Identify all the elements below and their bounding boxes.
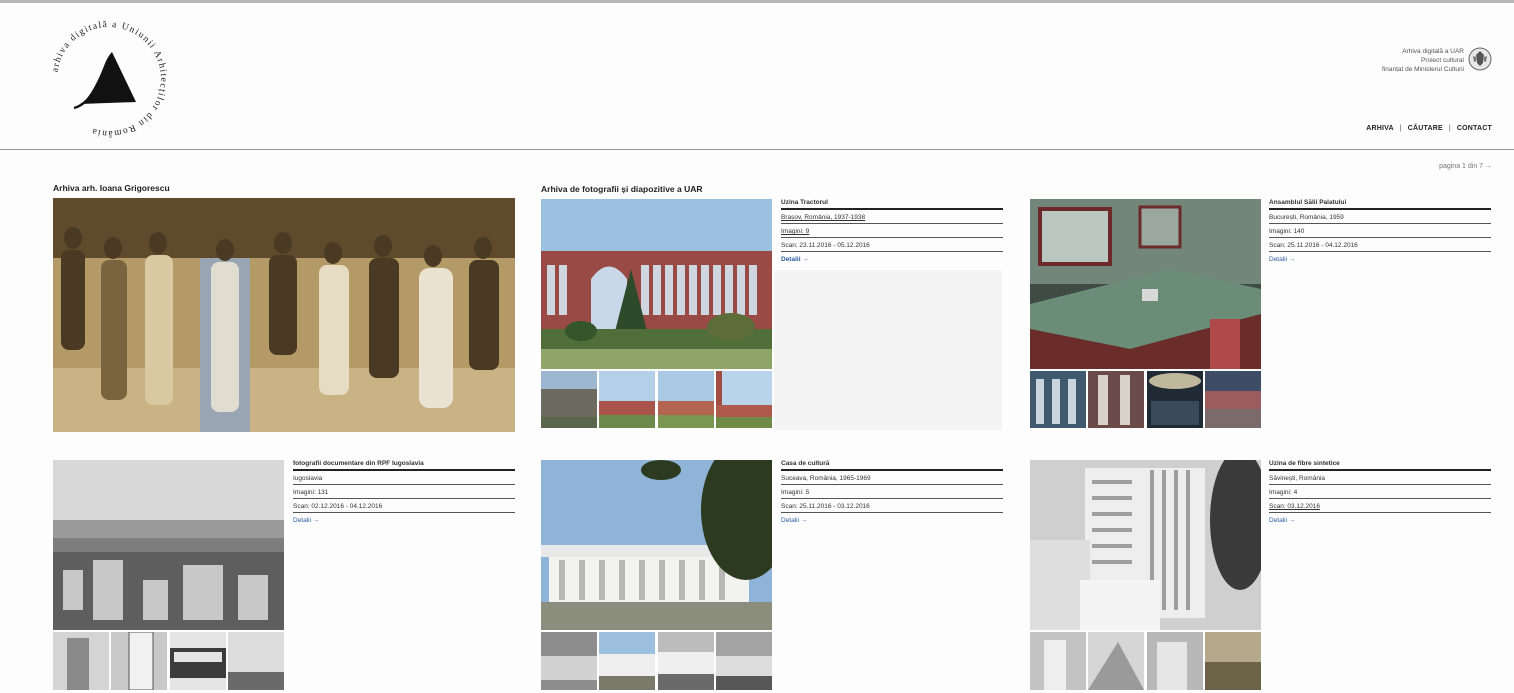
card-location: Iugoslavia: [293, 471, 515, 485]
sponsor-line: finanțat de Ministerul Culturii: [1381, 66, 1464, 73]
thumbnail[interactable]: [111, 632, 168, 690]
thumbnail[interactable]: [657, 632, 714, 690]
nav-separator: |: [1399, 125, 1402, 132]
card-hover-panel: [774, 270, 1002, 430]
casa-de-cultura-thumbnails: [541, 632, 772, 690]
card-title[interactable]: fotografii documentare din RPF Iugoslavi…: [293, 460, 515, 471]
sala-palatului-main-photo[interactable]: [1030, 199, 1261, 369]
details-link[interactable]: Detalii →: [1269, 252, 1491, 263]
pagination[interactable]: pagina 1 din 7 →: [1439, 163, 1492, 170]
thumbnail[interactable]: [1204, 632, 1261, 690]
card-images: Imagini: 4: [1269, 485, 1491, 499]
nav-separator: |: [1448, 125, 1451, 132]
grigorescu-group-photo[interactable]: [53, 198, 515, 432]
card-title[interactable]: Uzina de fibre sintetice: [1269, 460, 1491, 471]
sponsor-line: Arhiva digitală a UAR: [1402, 48, 1464, 55]
thumbnail[interactable]: [599, 371, 656, 428]
fibre-sintetice-thumbnails: [1030, 632, 1261, 690]
card-location: Săvinești, România: [1269, 471, 1491, 485]
details-link[interactable]: Detalii →: [293, 513, 515, 524]
tractorul-main-photo[interactable]: [541, 199, 772, 369]
thumbnail[interactable]: [1146, 632, 1203, 690]
card-scan: Scan: 25.11.2016 - 03.12.2016: [781, 499, 1003, 513]
thumbnail[interactable]: [1146, 371, 1203, 428]
thumbnail[interactable]: [1204, 371, 1261, 428]
thumbnail[interactable]: [541, 371, 597, 428]
sala-palatului-thumbnails: [1030, 371, 1261, 428]
thumbnail[interactable]: [541, 632, 597, 690]
card-title[interactable]: Ansamblul Sălii Palatului: [1269, 199, 1491, 210]
thumbnail[interactable]: [1088, 371, 1145, 428]
ministry-emblem-icon[interactable]: [1468, 47, 1492, 71]
main-nav: ARHIVA | CĂUTARE | CONTACT: [1366, 125, 1492, 132]
iugoslavia-main-photo[interactable]: [53, 460, 284, 630]
card-location: București, România, 1959: [1269, 210, 1491, 224]
card-location[interactable]: Brașov, România, 1937-1938: [781, 210, 1003, 224]
thumbnail[interactable]: [657, 371, 714, 428]
uar-logo[interactable]: arhiva digitală a Uniunii Arhitecților d…: [44, 14, 174, 144]
details-link[interactable]: Detalii →: [781, 513, 1003, 524]
details-link[interactable]: Detalii →: [781, 252, 1003, 263]
header-divider: [0, 149, 1514, 150]
iugoslavia-thumbnails: [53, 632, 284, 690]
fibre-sintetice-meta: Uzina de fibre sintetice Săvinești, Româ…: [1269, 460, 1491, 524]
card-scan: Scan: 03.12.2016: [1269, 499, 1491, 513]
thumbnail[interactable]: [1030, 632, 1086, 690]
card-location: Suceava, România, 1965-1969: [781, 471, 1003, 485]
thumbnail[interactable]: [715, 371, 772, 428]
casa-de-cultura-meta: Casa de cultură Suceava, România, 1965-1…: [781, 460, 1003, 524]
section-title-uar[interactable]: Arhiva de fotografii și diapozitive a UA…: [541, 184, 703, 194]
thumbnail[interactable]: [1088, 632, 1145, 690]
thumbnail[interactable]: [1030, 371, 1086, 428]
card-images: Imagini: 140: [1269, 224, 1491, 238]
sala-palatului-meta: Ansamblul Sălii Palatului București, Rom…: [1269, 199, 1491, 263]
thumbnail[interactable]: [599, 632, 656, 690]
iugoslavia-meta: fotografii documentare din RPF Iugoslavi…: [293, 460, 515, 524]
thumbnail[interactable]: [169, 632, 226, 690]
card-images: Imagini: 131: [293, 485, 515, 499]
tractorul-thumbnails: [541, 371, 772, 428]
thumbnail[interactable]: [227, 632, 284, 690]
nav-arhiva[interactable]: ARHIVA: [1366, 125, 1394, 132]
card-images: Imagini: 5: [781, 485, 1003, 499]
card-scan: Scan: 25.11.2016 - 04.12.2016: [1269, 238, 1491, 252]
tractorul-meta: Uzina Tractorul Brașov, România, 1937-19…: [781, 199, 1003, 263]
details-link[interactable]: Detalii →: [1269, 513, 1491, 524]
section-title-grigorescu[interactable]: Arhiva arh. Ioana Grigorescu: [53, 183, 170, 193]
card-scan: Scan: 23.11.2016 - 05.12.2016: [781, 238, 1003, 252]
top-border: [0, 0, 1514, 3]
card-title[interactable]: Casa de cultură: [781, 460, 1003, 471]
card-images[interactable]: Imagini: 9: [781, 224, 1003, 238]
thumbnail[interactable]: [53, 632, 109, 690]
card-title[interactable]: Uzina Tractorul: [781, 199, 1003, 210]
sponsor-line: Proiect cultural: [1421, 57, 1464, 64]
casa-de-cultura-main-photo[interactable]: [541, 460, 772, 630]
thumbnail[interactable]: [715, 632, 772, 690]
nav-contact[interactable]: CONTACT: [1457, 125, 1492, 132]
nav-cautare[interactable]: CĂUTARE: [1408, 125, 1443, 132]
sponsor-text: Arhiva digitală a UAR Proiect cultural f…: [1382, 47, 1464, 74]
card-scan: Scan: 02.12.2016 - 04.12.2016: [293, 499, 515, 513]
fibre-sintetice-main-photo[interactable]: [1030, 460, 1261, 630]
